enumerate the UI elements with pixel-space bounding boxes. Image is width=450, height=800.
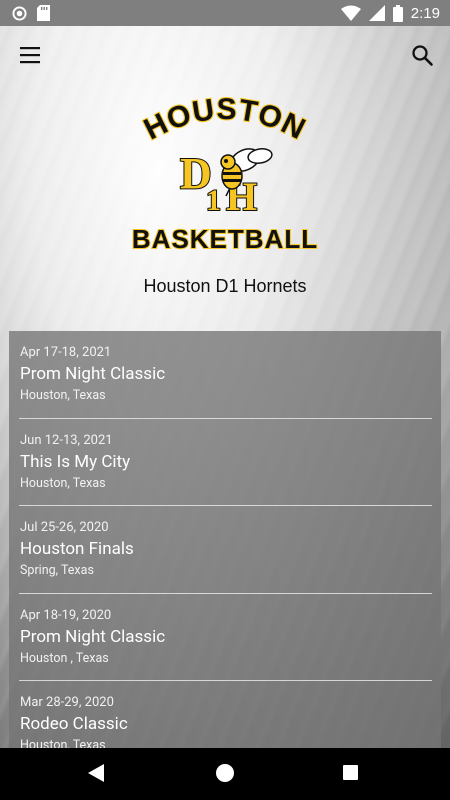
status-bar: 2:19 <box>0 0 450 26</box>
event-date: Jun 12-13, 2021 <box>20 432 113 448</box>
event-name: Prom Night Classic <box>20 626 166 647</box>
battery-icon <box>392 4 403 22</box>
signal-icon <box>368 5 385 21</box>
team-logo: HOUSTON D 1 H BASKETBALL <box>131 92 318 255</box>
hamburger-menu-icon[interactable] <box>18 44 42 66</box>
team-name: Houston D1 Hornets <box>143 276 307 296</box>
app-screen: HOUSTON D 1 H BASKETBALL Houston D1 Horn… <box>0 26 450 748</box>
home-icon[interactable] <box>216 764 234 782</box>
event-location: Houston , Texas <box>20 650 109 666</box>
event-location: Houston, Texas <box>20 475 106 491</box>
top-app-bar <box>0 26 450 86</box>
event-date: Mar 28-29, 2020 <box>20 695 114 710</box>
event-item[interactable]: Apr 17-18, 2021 Prom Night Classic Houst… <box>9 331 441 419</box>
logo-top-text: HOUSTON <box>139 93 311 147</box>
search-icon[interactable] <box>410 43 434 67</box>
events-list: Apr 17-18, 2021 Prom Night Classic Houst… <box>9 331 441 748</box>
event-location: Spring, Texas <box>20 563 94 578</box>
event-location: Houston, Texas <box>20 738 106 748</box>
sync-icon <box>12 5 27 21</box>
wifi-icon <box>340 5 361 21</box>
event-name: Rodeo Classic <box>20 714 128 734</box>
recents-icon[interactable] <box>343 765 358 780</box>
event-name: Prom Night Classic <box>20 364 166 384</box>
event-date: Apr 18-19, 2020 <box>20 607 112 623</box>
status-time: 2:19 <box>410 4 440 22</box>
event-item[interactable]: Jun 12-13, 2021 This Is My City Houston,… <box>9 419 441 506</box>
svg-text:1: 1 <box>206 184 221 217</box>
event-name: This Is My City <box>20 451 131 472</box>
event-date: Apr 17-18, 2021 <box>20 345 112 360</box>
back-icon[interactable] <box>88 764 104 782</box>
event-item[interactable]: Mar 28-29, 2020 Rodeo Classic Houston, T… <box>9 681 441 748</box>
sd-card-icon <box>37 5 50 21</box>
event-item[interactable]: Jul 25-26, 2020 Houston Finals Spring, T… <box>9 506 441 594</box>
logo-bottom-text: BASKETBALL <box>132 224 318 254</box>
event-location: Houston, Texas <box>20 388 106 403</box>
event-item[interactable]: Apr 18-19, 2020 Prom Night Classic Houst… <box>9 594 441 681</box>
event-date: Jul 25-26, 2020 <box>20 520 109 535</box>
event-name: Houston Finals <box>20 539 134 559</box>
system-nav-bar <box>0 748 450 800</box>
